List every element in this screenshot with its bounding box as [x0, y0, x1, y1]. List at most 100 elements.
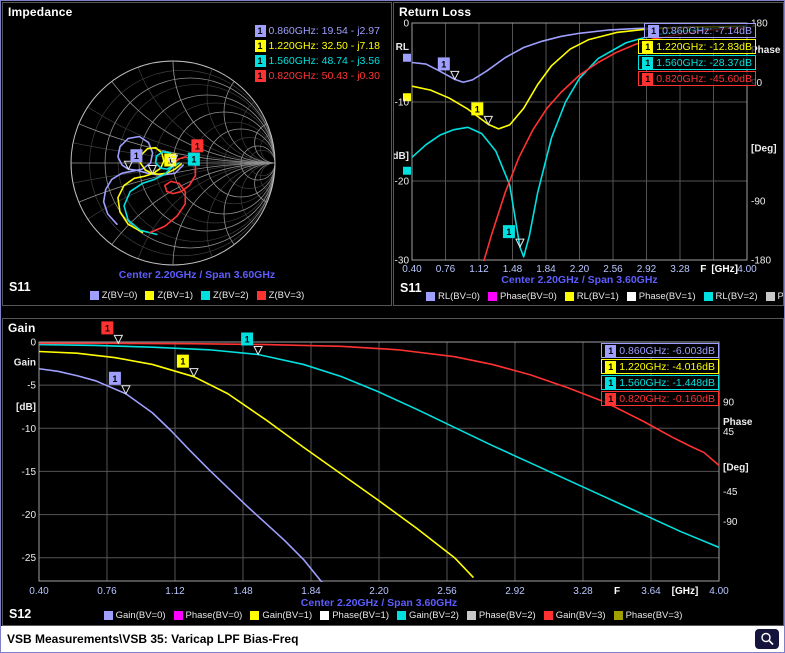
axis-label: 1: [441, 59, 446, 69]
gain-panel: 11110Gain-5[dB]-10-15-20-2590Phase45[Deg…: [2, 318, 784, 626]
marker-flag: 1: [642, 73, 653, 85]
marker-flag: 1: [255, 25, 266, 37]
legend-label: Gain(BV=1): [262, 610, 312, 621]
legend-item-RL(BV=0)[interactable]: RL(BV=0): [426, 291, 480, 302]
legend-color-swatch: [145, 291, 154, 300]
legend-color-swatch: [565, 292, 574, 301]
legend-item-Phase(BV=0)[interactable]: Phase(BV=0): [174, 610, 243, 621]
legend-label: Phase(BV=0): [500, 291, 557, 302]
marker-readout-text: 0.820GHz: -0.160dB: [619, 393, 715, 405]
legend-item-RL(BV=2)[interactable]: RL(BV=2): [704, 291, 758, 302]
legend-item-Z(BV=1)[interactable]: Z(BV=1): [145, 290, 193, 301]
marker-readout-text: 1.560GHz: -28.37dB: [656, 57, 752, 69]
marker-readout: 10.860GHz: -6.003dB: [601, 343, 719, 358]
marker-flag: 1: [255, 40, 266, 52]
axis-label: 1: [112, 374, 117, 384]
axis-label: [GHz]: [672, 586, 699, 597]
axis-label: -10: [22, 424, 37, 435]
marker-flag: 1: [255, 55, 266, 67]
legend-label: Gain(BV=3): [556, 610, 606, 621]
legend-label: Phase(BV=2): [479, 610, 536, 621]
axis-label: [dB]: [16, 402, 36, 413]
legend-item-Gain(BV=3)[interactable]: Gain(BV=3): [544, 610, 606, 621]
axis-label: -45: [723, 487, 738, 498]
legend-item-Z(BV=3)[interactable]: Z(BV=3): [257, 290, 305, 301]
status-bar: VSB Measurements\VSB 35: Varicap LPF Bia…: [1, 626, 784, 652]
chart-marker-1.220GHz[interactable]: 1: [471, 102, 492, 124]
marker-flag: 1: [255, 70, 266, 82]
legend-label: Z(BV=2): [213, 290, 249, 301]
axis-label: [dB]: [394, 151, 409, 162]
axis-label: 0.40: [29, 586, 49, 597]
chart-marker-1.560GHz[interactable]: 1: [503, 225, 524, 247]
impedance-panel: 1111 Impedance 10.860GHz: 19.54 - j2.971…: [2, 2, 392, 306]
legend-item-Gain(BV=0)[interactable]: Gain(BV=0): [104, 610, 166, 621]
legend-item-Z(BV=0)[interactable]: Z(BV=0): [90, 290, 138, 301]
marker-flag: 1: [605, 361, 616, 373]
impedance-legend: Z(BV=0) Z(BV=1) Z(BV=2) Z(BV=3): [3, 290, 391, 301]
axis-label: [Deg]: [751, 144, 777, 155]
marker-readout-text: 0.860GHz: -6.003dB: [619, 345, 715, 357]
return-loss-center-span-label: Center 2.20GHz / Span 3.60GHz: [412, 274, 747, 286]
return-loss-panel: 1110RL-10[dB]-20-30180Phase90[Deg]-90-18…: [393, 2, 784, 306]
impedance-marker-readouts: 10.860GHz: 19.54 - j2.9711.220GHz: 32.50…: [252, 24, 384, 83]
gain-marker-readouts: 10.860GHz: -6.003dB11.220GHz: -4.016dB11…: [601, 343, 719, 406]
legend-item-Z(BV=2)[interactable]: Z(BV=2): [201, 290, 249, 301]
legend-item-Phase(BV=3)[interactable]: Phase(BV=3): [614, 610, 683, 621]
marker-readout: 11.560GHz: 48.74 - j3.56: [252, 54, 384, 68]
axis-label: 4.00: [709, 586, 729, 597]
marker-readout: 10.860GHz: 19.54 - j2.97: [252, 24, 384, 38]
legend-item-Phase(BV=1)[interactable]: Phase(BV=1): [627, 291, 696, 302]
magnifier-icon[interactable]: [755, 629, 779, 649]
axis-label: -10: [395, 98, 410, 109]
legend-item-Gain(BV=1)[interactable]: Gain(BV=1): [250, 610, 312, 621]
marker-readout-text: 1.220GHz: 32.50 - j7.18: [269, 40, 381, 52]
return-loss-marker-readouts: 10.860GHz: -7.14dB11.220GHz: -12.83dB11.…: [638, 23, 756, 86]
axis-label: 0: [403, 19, 409, 30]
marker-readout-text: 1.560GHz: 48.74 - j3.56: [269, 55, 381, 67]
marker-readout-text: 0.860GHz: -7.14dB: [662, 25, 752, 37]
trace-Gain(BV=0): [39, 369, 322, 583]
legend-item-Phase(BV=1)[interactable]: Phase(BV=1): [320, 610, 389, 621]
legend-color-swatch: [426, 292, 435, 301]
marker-readout: 10.820GHz: 50.43 - j0.30: [252, 69, 384, 83]
marker-flag: 1: [605, 393, 616, 405]
axis-label: 1.12: [165, 586, 185, 597]
axis-label: RL: [396, 42, 409, 53]
return-loss-legend: RL(BV=0) Phase(BV=0) RL(BV=1) Phase(BV=1) RL…: [426, 291, 783, 302]
legend-label: Z(BV=0): [102, 290, 138, 301]
axis-label: 1: [475, 104, 480, 114]
marker-flag: 1: [642, 57, 653, 69]
legend-item-Gain(BV=2)[interactable]: Gain(BV=2): [397, 610, 459, 621]
legend-label: Phase(BV=1): [639, 291, 696, 302]
legend-item-Phase(BV=0)[interactable]: Phase(BV=0): [488, 291, 557, 302]
axis-label: 0.76: [97, 586, 117, 597]
legend-color-swatch: [257, 291, 266, 300]
chart-marker-0.820GHz[interactable]: 1: [101, 321, 122, 343]
marker-readout: 11.560GHz: -28.37dB: [638, 55, 756, 70]
axis-label: -20: [22, 510, 37, 521]
marker-readout-text: 0.820GHz: 50.43 - j0.30: [269, 70, 381, 82]
legend-item-Phase(BV=2)[interactable]: Phase(BV=2): [766, 291, 783, 302]
axis-label: -90: [751, 196, 766, 207]
impedance-center-span-label: Center 2.20GHz / Span 3.60GHz: [3, 269, 391, 281]
legend-label: Gain(BV=0): [116, 610, 166, 621]
legend-color-swatch: [320, 611, 329, 620]
status-text: VSB Measurements\VSB 35: Varicap LPF Bia…: [7, 632, 298, 646]
legend-color-swatch: [104, 611, 113, 620]
marker-readout: 11.220GHz: -4.016dB: [601, 359, 719, 374]
legend-label: RL(BV=2): [716, 291, 758, 302]
axis-label: [Deg]: [723, 462, 749, 473]
panel-title-return-loss: Return Loss: [399, 5, 471, 19]
marker-readout: 11.220GHz: 32.50 - j7.18: [252, 39, 384, 53]
legend-color-swatch: [201, 291, 210, 300]
chart-marker-1.560GHz[interactable]: 1: [241, 332, 262, 354]
marker-flag: 1: [642, 41, 653, 53]
marker-readout: 10.820GHz: -0.160dB: [601, 391, 719, 406]
gain-center-span-label: Center 2.20GHz / Span 3.60GHz: [39, 597, 719, 609]
return-loss-s-parameter-label: S11: [400, 281, 422, 295]
legend-item-Phase(BV=2)[interactable]: Phase(BV=2): [467, 610, 536, 621]
trace-reference-tag: [403, 54, 411, 62]
axis-label: 3.64: [641, 586, 661, 597]
legend-item-RL(BV=1)[interactable]: RL(BV=1): [565, 291, 619, 302]
